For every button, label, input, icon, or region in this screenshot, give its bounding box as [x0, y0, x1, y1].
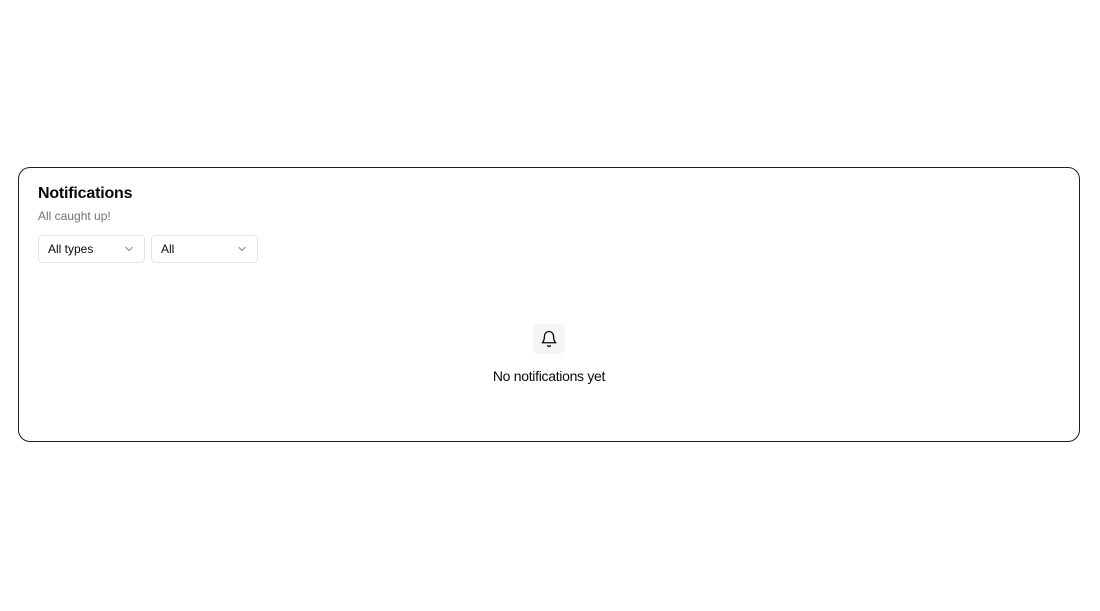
empty-state: No notifications yet — [19, 324, 1079, 384]
type-filter-select[interactable]: All types — [38, 235, 145, 263]
status-filter-value: All — [161, 242, 175, 256]
type-filter-value: All types — [48, 242, 94, 256]
notifications-card: Notifications All caught up! All types A… — [18, 167, 1080, 442]
status-filter-select[interactable]: All — [151, 235, 258, 263]
chevron-down-icon — [237, 244, 247, 254]
filter-bar: All types All — [38, 235, 258, 263]
chevron-down-icon — [124, 244, 134, 254]
bell-icon — [533, 324, 565, 354]
empty-state-message: No notifications yet — [492, 368, 606, 384]
page-title: Notifications — [38, 185, 133, 202]
page-subtitle: All caught up! — [38, 209, 111, 223]
